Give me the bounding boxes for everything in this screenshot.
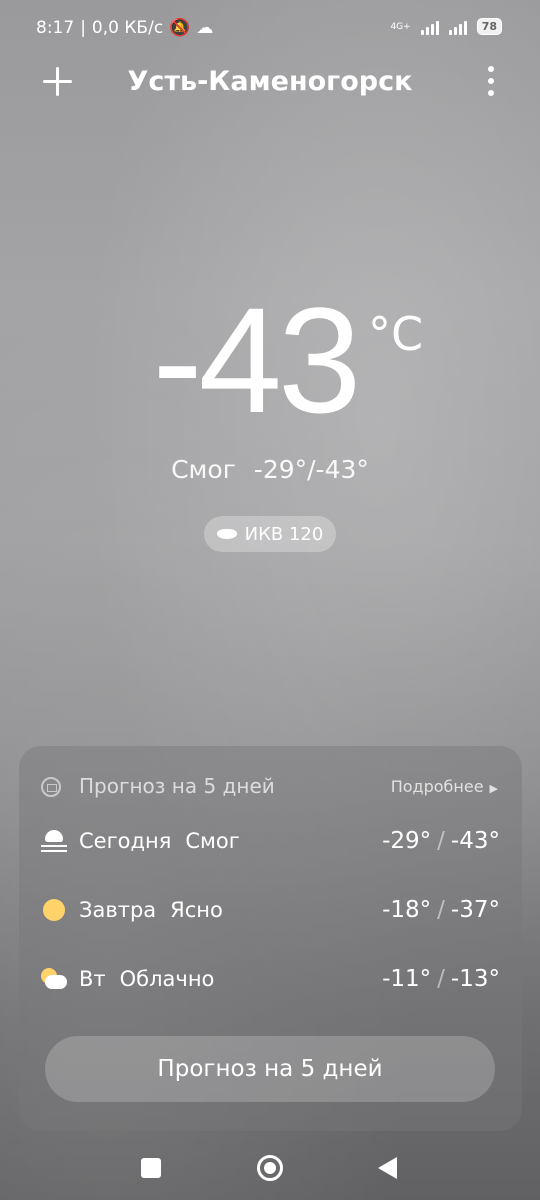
forecast-high: -11°: [382, 966, 432, 992]
navigation-bar: [0, 1146, 540, 1190]
top-bar: Усть-Каменогорск: [0, 60, 540, 104]
signal-icon-2: [448, 19, 467, 35]
forecast-header: Прогноз на 5 дней Подробнее: [41, 774, 498, 804]
five-day-forecast-button[interactable]: Прогноз на 5 дней: [45, 1036, 495, 1102]
forecast-high: -29°: [382, 828, 432, 854]
forecast-title: Прогноз на 5 дней: [79, 774, 275, 798]
forecast-condition: Ясно: [170, 898, 223, 922]
status-speed: 0,0 КБ/с: [91, 18, 164, 38]
calendar-icon: [41, 777, 61, 797]
status-right: 4G+ 78: [390, 18, 502, 35]
forecast-row-tomorrow[interactable]: Завтра Ясно -18° / -37°: [41, 890, 500, 930]
forecast-condition: Смог: [185, 829, 240, 853]
network-type: 4G+: [390, 21, 411, 32]
forecast-temps: -18° / -37°: [382, 897, 500, 923]
temperature-value: -43: [152, 276, 362, 444]
silent-bell-icon: 🔕: [169, 18, 191, 38]
status-bar: 8:17 | 0,0 КБ/с 🔕 ☁ 4G+ 78: [0, 0, 540, 58]
forecast-temps: -29° / -43°: [382, 828, 500, 854]
forecast-row-today[interactable]: Сегодня Смог -29° / -43°: [41, 821, 500, 861]
forecast-day: Вт: [79, 967, 106, 991]
forecast-card: Прогноз на 5 дней Подробнее Сегодня Смог…: [19, 746, 522, 1131]
forecast-low: -43°: [450, 828, 500, 854]
more-link[interactable]: Подробнее: [391, 777, 498, 796]
smog-icon: [41, 828, 67, 854]
forecast-row-tuesday[interactable]: Вт Облачно -11° / -13°: [41, 959, 500, 999]
temperature-range: -29°/-43°: [253, 455, 369, 484]
current-condition: Смог -29°/-43°: [0, 455, 540, 484]
forecast-low: -13°: [450, 966, 500, 992]
battery-icon: 78: [476, 18, 502, 35]
condition-text: Смог: [171, 455, 236, 484]
status-left: 8:17 | 0,0 КБ/с 🔕 ☁: [36, 18, 213, 38]
recent-apps-button[interactable]: [141, 1158, 161, 1178]
signal-icon: [420, 19, 439, 35]
aqi-label: ИКВ 120: [244, 523, 324, 545]
sun-icon: [41, 897, 67, 923]
partly-cloudy-icon: [41, 966, 67, 992]
status-time: 8:17: [36, 18, 75, 38]
forecast-condition: Облачно: [119, 967, 215, 991]
cloud-icon: ☁: [196, 18, 214, 38]
city-title: Усть-Каменогорск: [127, 66, 413, 97]
back-button[interactable]: [378, 1157, 397, 1179]
forecast-high: -18°: [382, 897, 432, 923]
temperature-unit: °C: [368, 307, 424, 361]
status-divider: |: [80, 18, 86, 38]
forecast-temps: -11° / -13°: [382, 966, 500, 992]
home-button[interactable]: [257, 1155, 283, 1181]
forecast-day: Сегодня: [79, 829, 172, 853]
mask-icon: [216, 529, 237, 539]
forecast-low: -37°: [450, 897, 500, 923]
aqi-badge[interactable]: ИКВ 120: [204, 516, 336, 552]
current-temperature: -43 °C: [0, 285, 540, 435]
more-options-button[interactable]: [486, 66, 496, 96]
forecast-day: Завтра: [79, 898, 157, 922]
